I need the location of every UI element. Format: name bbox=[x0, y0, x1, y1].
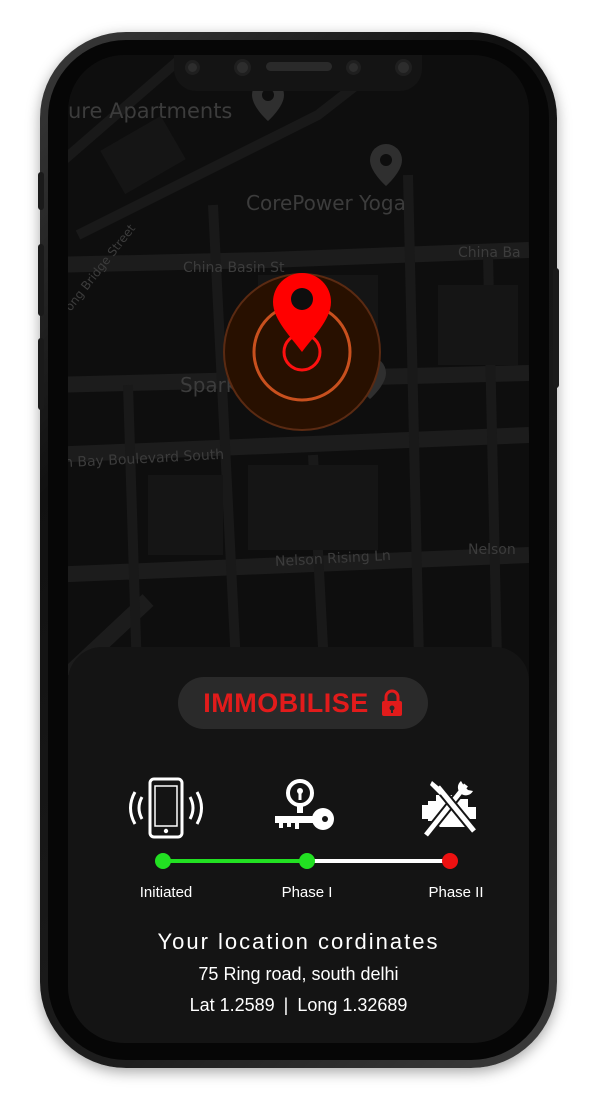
side-button-power bbox=[553, 268, 559, 388]
side-button-mute bbox=[38, 172, 44, 210]
step-dot-phase-2 bbox=[442, 853, 458, 869]
proximity-sensor bbox=[395, 59, 412, 76]
front-sensor-2 bbox=[346, 60, 361, 75]
engine-repair-icon bbox=[422, 781, 478, 838]
screen: ure Apartments CorePower Yoga China Basi… bbox=[68, 55, 529, 1043]
earpiece-speaker bbox=[266, 62, 332, 71]
step-dot-initiated bbox=[155, 853, 171, 869]
key-lock-icon bbox=[275, 779, 334, 830]
location-title: Your location cordinates bbox=[157, 929, 440, 954]
location-coordinates: Lat 1.2589 | Long 1.32689 bbox=[68, 995, 529, 1016]
front-camera bbox=[234, 59, 251, 76]
step-dot-phase-1 bbox=[299, 853, 315, 869]
longitude-value: Long 1.32689 bbox=[297, 995, 408, 1015]
immobilise-button[interactable]: IMMOBILISE bbox=[178, 677, 428, 729]
immobilise-label: IMMOBILISE bbox=[203, 687, 369, 718]
step-label-phase-2: Phase II bbox=[428, 884, 484, 901]
step-label-phase-1: Phase I bbox=[281, 884, 333, 901]
progress-track-complete bbox=[163, 859, 307, 863]
step-label-initiated: Initiated bbox=[139, 884, 193, 901]
coordinate-separator: | bbox=[283, 995, 289, 1015]
latitude-value: Lat 1.2589 bbox=[189, 995, 275, 1015]
progress-track-pending bbox=[307, 859, 450, 863]
front-sensor bbox=[185, 60, 200, 75]
side-button-volume-up bbox=[38, 244, 44, 316]
side-button-volume-down bbox=[38, 338, 44, 410]
lock-icon bbox=[381, 689, 402, 716]
location-address: 75 Ring road, south delhi bbox=[198, 964, 399, 984]
map-view[interactable]: ure Apartments CorePower Yoga China Basi… bbox=[68, 55, 529, 705]
control-panel: IMMOBILISE Initiated Phase I Phase II Yo… bbox=[68, 647, 529, 1043]
phone-notch bbox=[174, 55, 422, 91]
phone-vibrating-icon bbox=[129, 777, 203, 839]
location-marker bbox=[223, 273, 381, 431]
